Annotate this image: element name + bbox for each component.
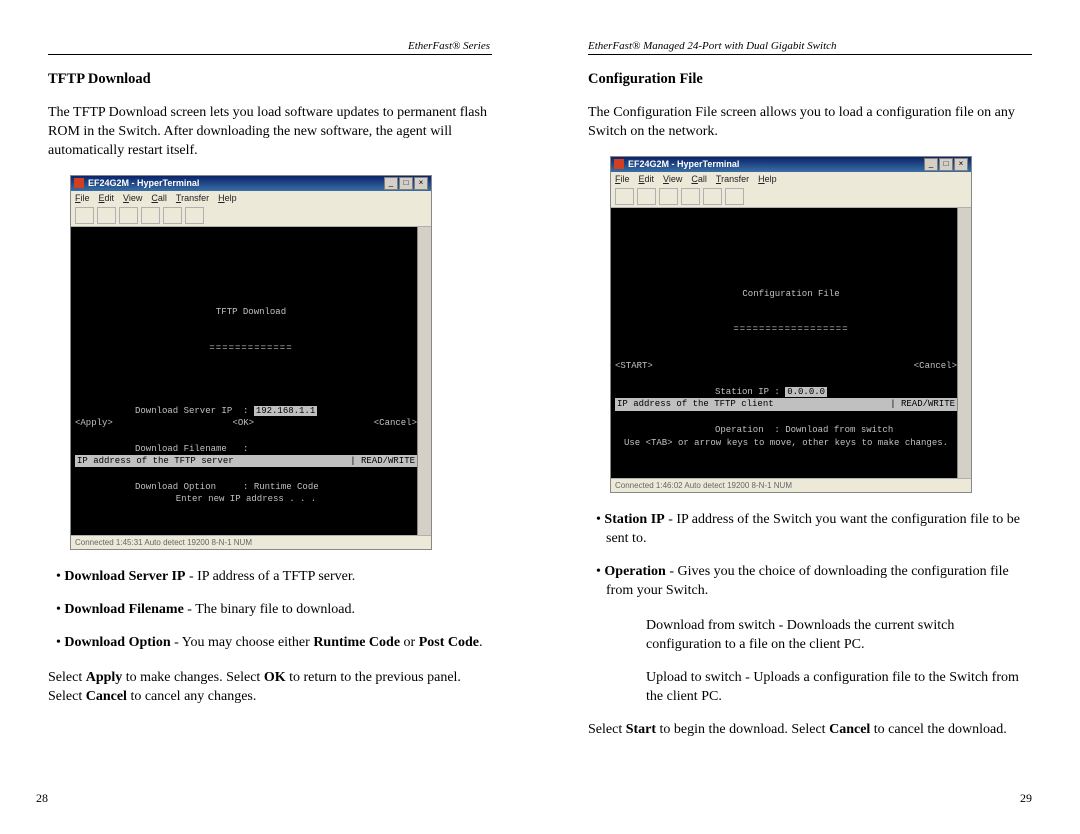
toolbar-button[interactable] [119,207,138,224]
toolbar-button[interactable] [615,188,634,205]
toolbar-button[interactable] [141,207,160,224]
bullet-option: Download Option - You may choose either … [66,634,492,653]
term-cancel[interactable]: <Cancel> [374,417,417,430]
term-hint: IP address of the TFTP server [77,455,234,468]
page-number: 29 [1020,791,1032,806]
terminal-area: TFTP Download ============= Download Ser… [71,227,431,535]
bullet-station-ip: Station IP - IP address of the Switch yo… [606,511,1032,549]
sub-download: Download from switch - Downloads the cur… [646,617,1032,655]
bullet-operation: Operation - Gives you the choice of down… [606,563,1032,601]
maximize-icon[interactable]: □ [399,177,413,190]
window-title: EF24G2M - HyperTerminal [88,178,199,188]
minimize-icon[interactable]: _ [924,158,938,171]
page-left: EtherFast® Series TFTP Download The TFTP… [0,0,540,834]
window-buttons: _ □ × [384,177,428,190]
closing-paragraph: Select Start to begin the download. Sele… [588,721,1032,740]
bullet-list: Download Server IP - IP address of a TFT… [48,568,492,653]
term-apply[interactable]: <Apply> [75,417,113,430]
page-right: EtherFast® Managed 24-Port with Dual Gig… [540,0,1080,834]
maximize-icon[interactable]: □ [939,158,953,171]
section-title: Configuration File [588,71,1032,88]
term-heading: TFTP Download [75,306,427,319]
close-icon[interactable]: × [954,158,968,171]
term-heading: Configuration File [615,288,967,301]
term-footer: <START> <Cancel> IP address of the TFTP … [615,335,957,475]
term-prompt: Use <TAB> or arrow keys to move, other k… [615,436,957,450]
screenshot-config: EF24G2M - HyperTerminal _ □ × FileEditVi… [610,156,972,494]
sub-upload: Upload to switch - Uploads a configurati… [646,669,1032,707]
term-start[interactable]: <START> [615,360,653,373]
page-header: EtherFast® Managed 24-Port with Dual Gig… [588,40,1032,55]
toolbar-button[interactable] [659,188,678,205]
closing-paragraph: Select Apply to make changes. Select OK … [48,669,492,707]
page-header: EtherFast® Series [48,40,492,55]
intro-paragraph: The Configuration File screen allows you… [588,104,1032,142]
toolbar-button[interactable] [185,207,204,224]
toolbar-button[interactable] [163,207,182,224]
statusbar: Connected 1:45:31 Auto detect 19200 8-N-… [71,535,431,549]
app-icon [614,159,624,169]
intro-paragraph: The TFTP Download screen lets you load s… [48,104,492,161]
app-icon [74,178,84,188]
window-titlebar: EF24G2M - HyperTerminal _ □ × [71,176,431,191]
window-titlebar: EF24G2M - HyperTerminal _ □ × [611,157,971,172]
toolbar-button[interactable] [725,188,744,205]
toolbar-button[interactable] [703,188,722,205]
toolbar [71,205,431,227]
term-mode: | READ/WRITE [890,398,955,411]
header-text: EtherFast® Series [48,40,490,52]
window-title: EF24G2M - HyperTerminal [628,159,739,169]
menubar[interactable]: FileEditViewCallTransferHelp [71,191,431,205]
term-prompt: Enter new IP address . . . [75,492,417,506]
menubar[interactable]: FileEditViewCallTransferHelp [611,172,971,186]
statusbar: Connected 1:46:02 Auto detect 19200 8-N-… [611,478,971,492]
section-title: TFTP Download [48,71,492,88]
terminal-area: Configuration File ================== St… [611,208,971,479]
term-hint: IP address of the TFTP client [617,398,774,411]
term-footer: <Apply> <OK> <Cancel> IP address of the … [75,392,417,532]
bullet-filename: Download Filename - The binary file to d… [66,601,492,620]
toolbar-button[interactable] [637,188,656,205]
minimize-icon[interactable]: _ [384,177,398,190]
header-text: EtherFast® Managed 24-Port with Dual Gig… [588,40,1032,52]
toolbar-button[interactable] [97,207,116,224]
term-cancel[interactable]: <Cancel> [914,360,957,373]
bullet-list: Station IP - IP address of the Switch yo… [588,511,1032,601]
term-ok[interactable]: <OK> [232,417,254,430]
bullet-server-ip: Download Server IP - IP address of a TFT… [66,568,492,587]
toolbar-button[interactable] [681,188,700,205]
scrollbar[interactable] [957,208,971,479]
screenshot-tftp: EF24G2M - HyperTerminal _ □ × FileEditVi… [70,175,432,550]
page-number: 28 [36,791,48,806]
scrollbar[interactable] [417,227,431,535]
toolbar-button[interactable] [75,207,94,224]
toolbar [611,186,971,208]
window-buttons: _ □ × [924,158,968,171]
close-icon[interactable]: × [414,177,428,190]
term-rule: ============= [75,342,427,355]
term-mode: | READ/WRITE [350,455,415,468]
